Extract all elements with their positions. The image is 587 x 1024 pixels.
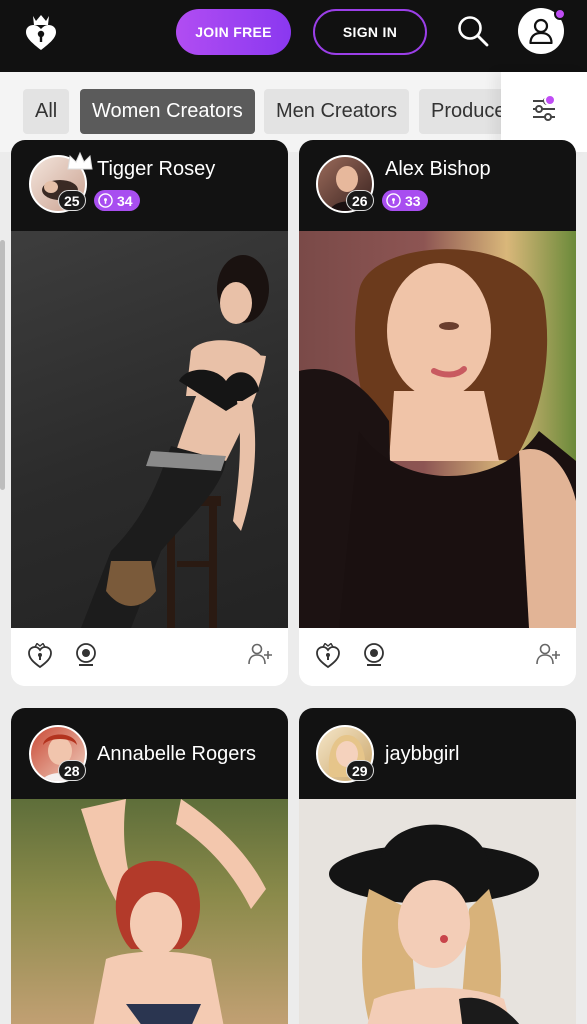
creator-name[interactable]: Alex Bishop xyxy=(385,158,491,181)
creator-card[interactable] xyxy=(11,140,288,686)
filter-active-dot xyxy=(544,94,556,106)
creator-card[interactable] xyxy=(299,140,576,686)
chip-men-creators[interactable]: Men Creators xyxy=(264,89,410,134)
add-user-icon[interactable] xyxy=(248,643,272,665)
points-value: 33 xyxy=(405,192,421,209)
webcam-icon[interactable] xyxy=(363,643,385,667)
scroll-indicator[interactable] xyxy=(0,240,5,490)
points-badge: 34 xyxy=(94,190,140,211)
creator-photo[interactable] xyxy=(11,799,288,1024)
join-free-button[interactable]: JOIN FREE xyxy=(176,9,291,55)
sign-in-button[interactable]: SIGN IN xyxy=(313,9,427,55)
user-icon xyxy=(529,18,553,44)
heart-lock-icon[interactable] xyxy=(316,643,340,669)
age-badge: 25 xyxy=(58,190,86,211)
creator-photo[interactable] xyxy=(299,799,576,1024)
creator-photo[interactable] xyxy=(11,231,288,628)
age-badge: 29 xyxy=(346,760,374,781)
add-user-icon[interactable] xyxy=(536,643,560,665)
card-actions xyxy=(11,628,288,686)
card-actions xyxy=(299,628,576,686)
crown-heart-logo[interactable] xyxy=(24,12,58,52)
heart-lock-icon xyxy=(386,193,401,208)
creator-name[interactable]: Tigger Rosey xyxy=(97,158,215,181)
creator-name[interactable]: jaybbgirl xyxy=(385,743,459,766)
heart-lock-icon xyxy=(98,193,113,208)
search-icon[interactable] xyxy=(456,14,490,48)
top-navigation-bar: JOIN FREE SIGN IN xyxy=(0,0,587,72)
crown-icon xyxy=(67,151,93,170)
chip-women-creators[interactable]: Women Creators xyxy=(80,89,255,134)
heart-lock-icon[interactable] xyxy=(28,643,52,669)
chip-all[interactable]: All xyxy=(23,89,70,134)
creator-name[interactable]: Annabelle Rogers xyxy=(97,743,256,766)
notification-dot xyxy=(554,8,566,20)
age-badge: 28 xyxy=(58,760,86,781)
webcam-icon[interactable] xyxy=(75,643,97,667)
age-badge: 26 xyxy=(346,190,374,211)
creator-photo[interactable] xyxy=(299,231,576,628)
points-value: 34 xyxy=(117,192,133,209)
points-badge: 33 xyxy=(382,190,428,211)
